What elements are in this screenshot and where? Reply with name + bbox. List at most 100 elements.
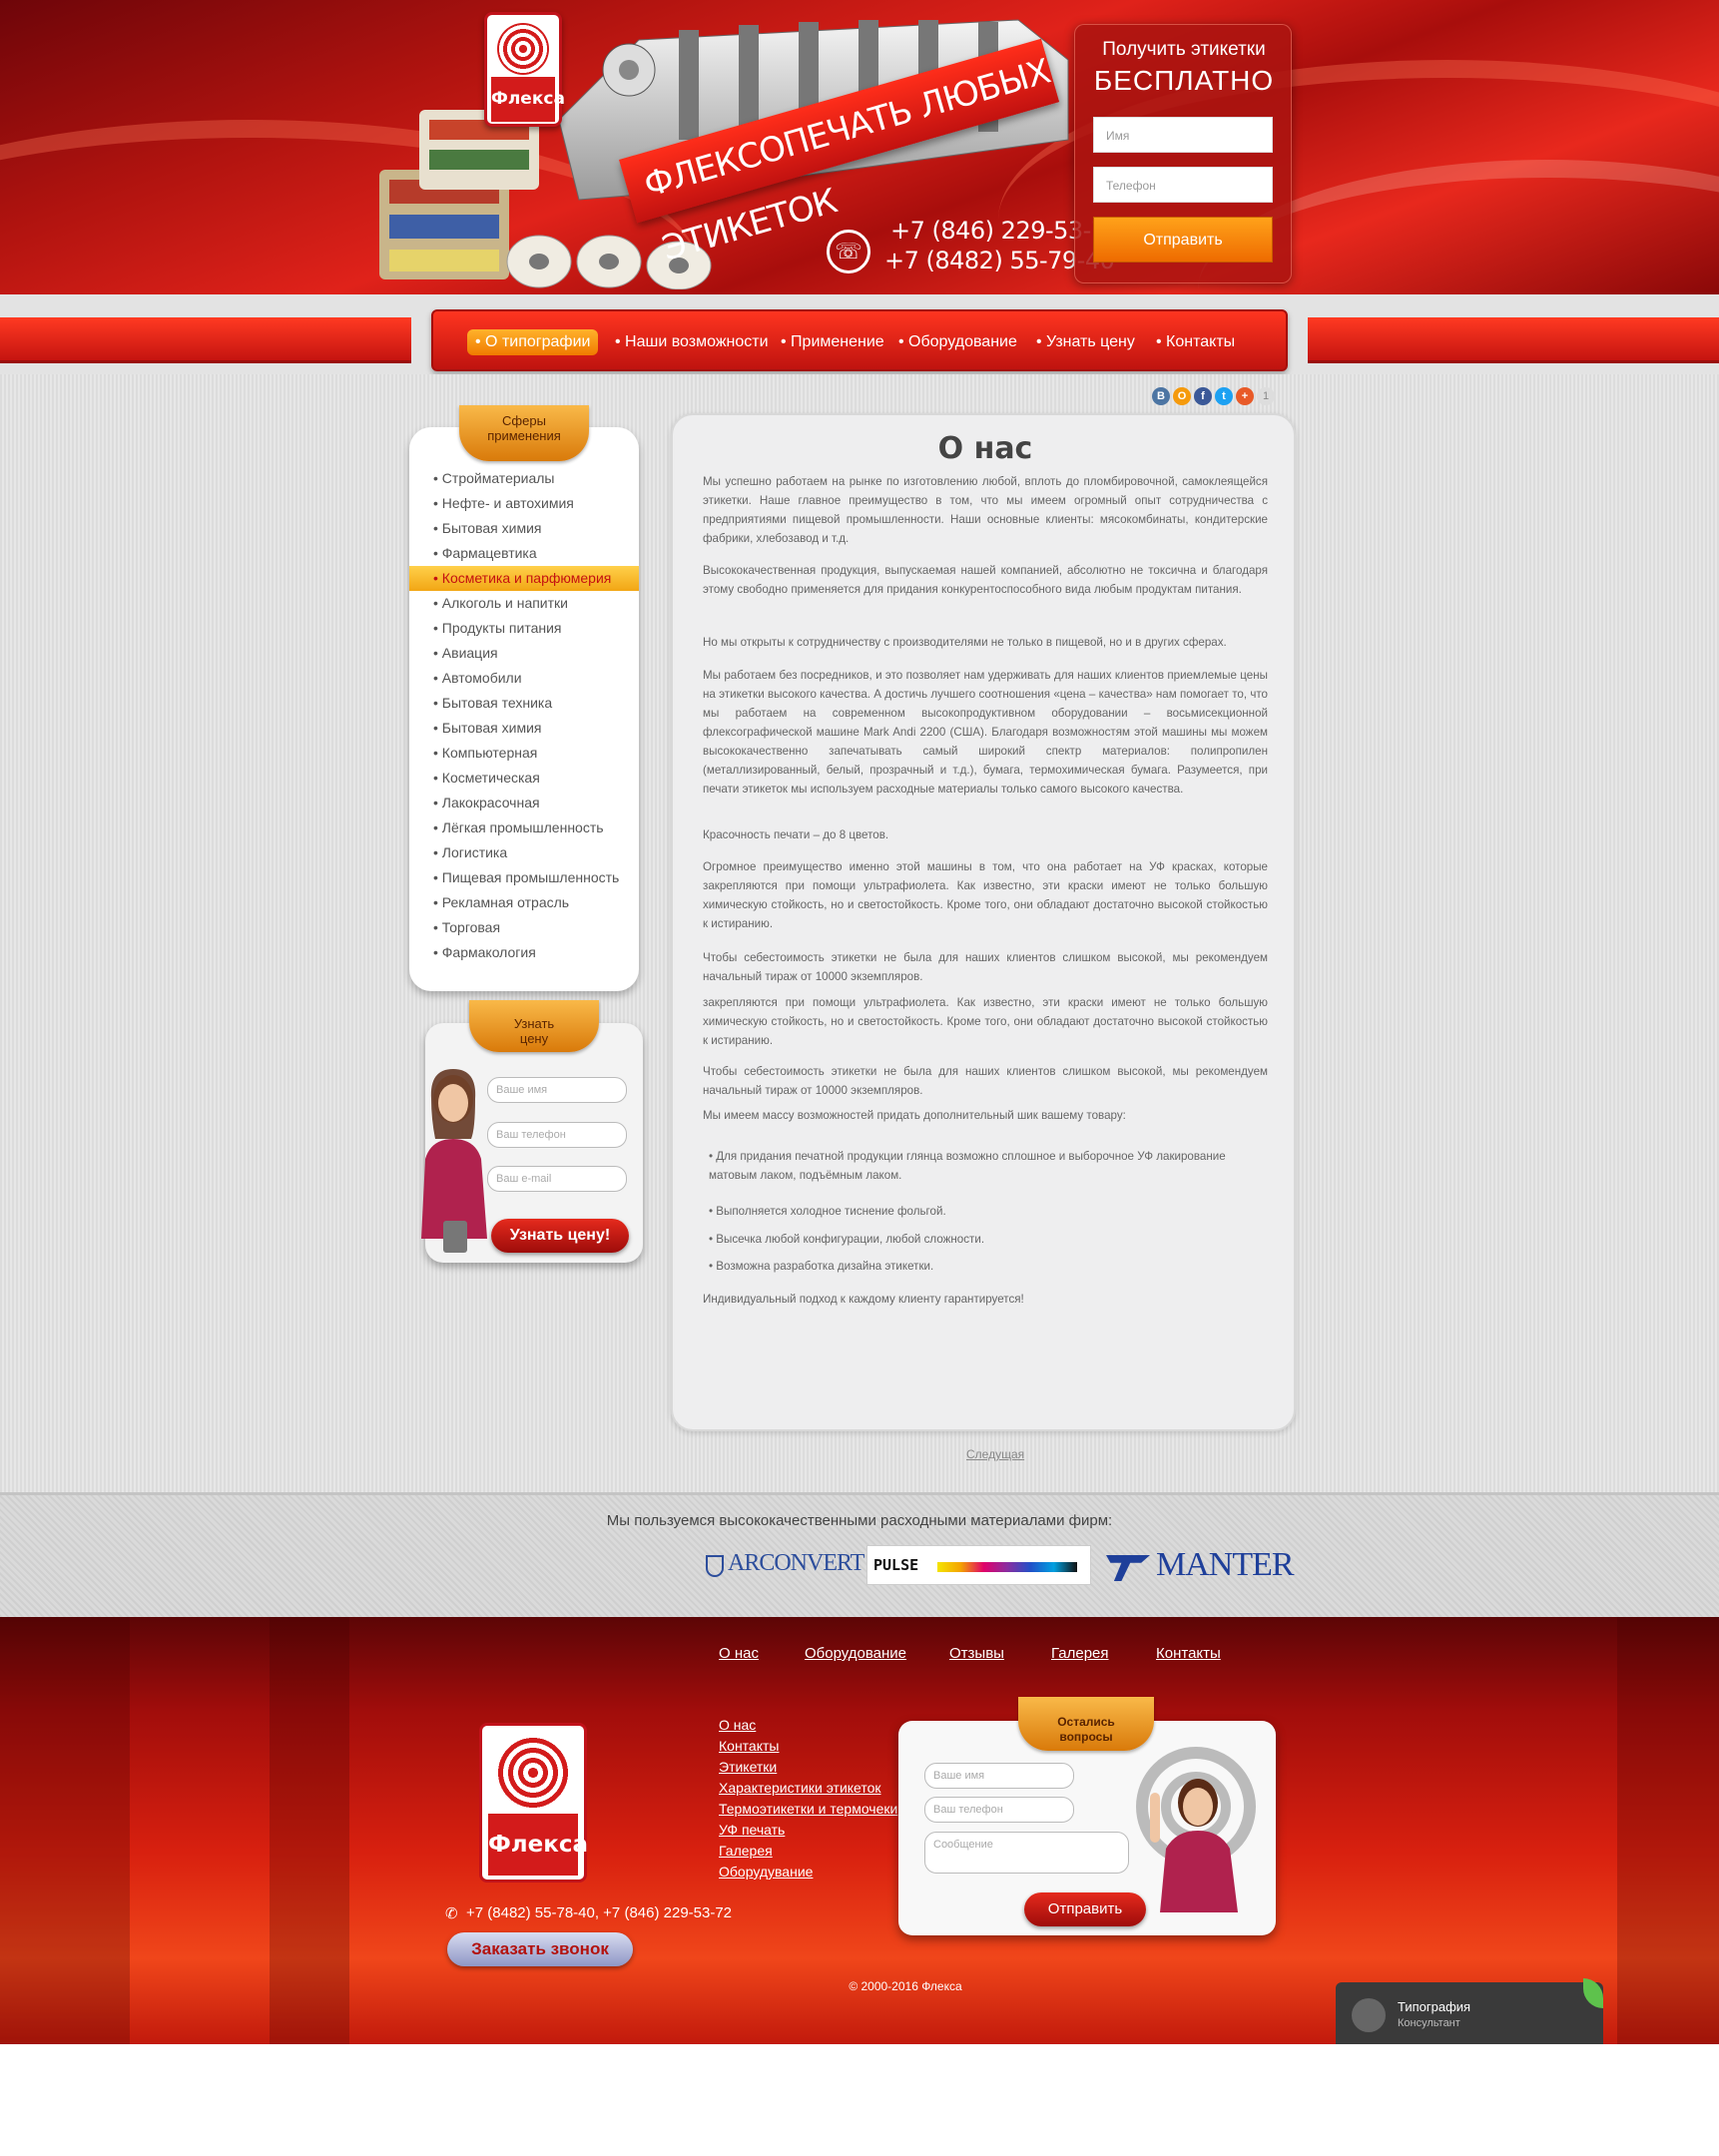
sidebar-item[interactable]: • Автомобили	[409, 666, 639, 691]
paragraph: Красочность печати – до 8 цветов.	[703, 828, 889, 841]
sidebar-item[interactable]: • Стройматериалы	[409, 466, 639, 491]
get-price-button[interactable]: Узнать цену!	[491, 1219, 629, 1253]
partners-title: Мы пользуемся высококачественными расход…	[606, 1512, 1113, 1529]
sidebar-item[interactable]: • Фармацевтика	[409, 541, 639, 566]
footer-top-link[interactable]: Галерея	[1051, 1645, 1109, 1662]
name-input[interactable]: Ваше имя	[924, 1763, 1074, 1789]
sidebar-ribbon: Сферы применения	[459, 405, 589, 461]
form-title-emphasis: БЕСПЛАТНО	[1093, 65, 1275, 96]
arconvert-logo: ARCONVERT	[728, 1550, 864, 1576]
name-input[interactable]: Ваше имя	[487, 1077, 627, 1103]
sidebar-item[interactable]: • Бытовая химия	[409, 716, 639, 741]
chat-leaf-icon	[1583, 1978, 1603, 2008]
paragraph: Чтобы себестоимость этикетки не была для…	[703, 951, 1268, 983]
next-page-link[interactable]: Следущая	[966, 1447, 1024, 1461]
main-nav: • О типографии • Наши возможности • Прим…	[431, 309, 1288, 371]
avatar	[1352, 1998, 1386, 2032]
phone-icon: ☏	[827, 230, 870, 273]
list-item: Для придания печатной продукции глянца в…	[709, 1147, 1268, 1185]
nav-decor-right	[1308, 317, 1719, 363]
woman-photo	[421, 1069, 487, 1239]
sidebar-item[interactable]: • Фармакология	[409, 940, 639, 965]
footer-link[interactable]: Контакты	[719, 1736, 779, 1756]
nav-decor-left	[0, 317, 411, 363]
phone-input[interactable]: Ваш телефон	[924, 1797, 1074, 1823]
name-input[interactable]: Имя	[1093, 117, 1273, 153]
header-logo[interactable]: Флекса	[484, 12, 565, 127]
nav-item-price[interactable]: • Узнать цену	[1028, 329, 1143, 355]
free-labels-form: Получить этикетки БЕСПЛАТНО Имя Телефон …	[1074, 24, 1292, 283]
odnoklassniki-icon[interactable]: О	[1173, 387, 1191, 405]
phone-input[interactable]: Телефон	[1093, 167, 1273, 203]
footer-link[interactable]: Этикетки	[719, 1757, 777, 1777]
chat-widget[interactable]: Типография Консультант	[1336, 1978, 1603, 2044]
sidebar-item[interactable]: • Рекламная отрасль	[409, 890, 639, 915]
chat-name: Типография	[1398, 1999, 1471, 2014]
sidebar-item-active[interactable]: • Косметика и парфюмерия	[409, 566, 639, 591]
price-form-ribbon: Узнать цену	[469, 1000, 599, 1052]
vk-icon[interactable]: В	[1152, 387, 1170, 405]
list-item: Выполняется холодное тиснение фольгой.	[709, 1202, 1268, 1221]
facebook-icon[interactable]: f	[1194, 387, 1212, 405]
sidebar-item[interactable]: • Пищевая промышленность	[409, 865, 639, 890]
paragraph: Чтобы себестоимость этикетки не была для…	[703, 1065, 1268, 1097]
sidebar-item[interactable]: • Компьютерная	[409, 741, 639, 766]
nav-item-equipment[interactable]: • Оборудование	[890, 329, 1025, 355]
content-panel: О нас Мы успешно работаем на рынке по из…	[671, 413, 1296, 1431]
question-form: Ваше имя Ваш телефон Сообщение Отправить	[898, 1721, 1276, 1935]
footer-link[interactable]: УФ печать	[719, 1820, 785, 1840]
footer-link[interactable]: Оборудувание	[719, 1862, 813, 1882]
consultant-photo	[1136, 1747, 1256, 1912]
sidebar-item[interactable]: • Бытовая техника	[409, 691, 639, 716]
footer-link[interactable]: О нас	[719, 1715, 756, 1735]
footer-phones: +7 (8482) 55-78-40, +7 (846) 229-53-72	[466, 1904, 733, 1921]
sidebar-item[interactable]: • Алкоголь и напитки	[409, 591, 639, 616]
pulse-logo-text: PULSE	[873, 1556, 919, 1574]
paragraph: Высококачественная продукция, выпускаема…	[703, 564, 1268, 596]
callback-button[interactable]: Заказать звонок	[447, 1932, 633, 1966]
sidebar-item[interactable]: • Бытовая химия	[409, 516, 639, 541]
form-title: Получить этикетки	[1102, 39, 1266, 60]
sidebar-item[interactable]: • Логистика	[409, 840, 639, 865]
pulse-logo: PULSE	[866, 1545, 1091, 1585]
footer-top-link[interactable]: О нас	[719, 1645, 759, 1662]
footer-logo[interactable]: Флекса	[479, 1723, 588, 1883]
sidebar-item[interactable]: • Лакокрасочная	[409, 791, 639, 815]
sidebar-item[interactable]: • Косметическая	[409, 766, 639, 791]
sidebar-item[interactable]: • Нефте- и автохимия	[409, 491, 639, 516]
header: Флекса ФЛЕКСОПЕЧАТЬ ЛЮБЫХ ЭТИКЕТОК ☏ +7 …	[0, 0, 1719, 294]
footer-link[interactable]: Термоэтикетки и термочеки	[719, 1799, 897, 1819]
spiral-logo-icon	[496, 1736, 570, 1810]
sidebar-item[interactable]: • Продукты питания	[409, 616, 639, 641]
applications-sidebar: • Стройматериалы • Нефте- и автохимия • …	[409, 427, 639, 991]
pulse-color-bar	[937, 1562, 1077, 1572]
sidebar-item[interactable]: • Торговая	[409, 915, 639, 940]
question-send-button[interactable]: Отправить	[1024, 1892, 1146, 1926]
logo-text: Флекса	[488, 1814, 588, 1876]
nav-item-application[interactable]: • Применение	[773, 329, 892, 355]
send-button[interactable]: Отправить	[1093, 217, 1273, 263]
paragraph: Мы имеем массу возможностей придать допо…	[703, 1109, 1126, 1122]
footer-top-link[interactable]: Оборудование	[805, 1645, 906, 1662]
sidebar-item[interactable]: • Лёгкая промышленность	[409, 815, 639, 840]
nav-item-contacts[interactable]: • Контакты	[1148, 329, 1243, 355]
chat-role: Консультант	[1398, 2017, 1460, 2029]
paragraph: закрепляются при помощи ультрафиолета. К…	[703, 996, 1268, 1047]
sidebar-item[interactable]: • Авиация	[409, 641, 639, 666]
footer-top-link[interactable]: Контакты	[1156, 1645, 1221, 1662]
paragraph: Мы работаем без посредников, и это позво…	[703, 669, 1268, 796]
share-count: 1	[1257, 387, 1275, 405]
footer-top-link[interactable]: Отзывы	[949, 1645, 1004, 1662]
nav-item-capabilities[interactable]: • Наши возможности	[607, 329, 777, 355]
phone-input[interactable]: Ваш телефон	[487, 1122, 627, 1148]
nav-item-about[interactable]: • О типографии	[467, 329, 599, 355]
footer-link[interactable]: Галерея	[719, 1841, 773, 1861]
paragraph-closing: Индивидуальный подход к каждому клиенту …	[703, 1293, 1024, 1306]
twitter-icon[interactable]: t	[1215, 387, 1233, 405]
email-input[interactable]: Ваш e-mail	[487, 1166, 627, 1192]
footer-link[interactable]: Характеристики этикеток	[719, 1778, 881, 1798]
plus-icon[interactable]: +	[1236, 387, 1254, 405]
page: Флекса ФЛЕКСОПЕЧАТЬ ЛЮБЫХ ЭТИКЕТОК ☏ +7 …	[0, 0, 1719, 2156]
paragraph: Но мы открыты к сотрудничеству с произво…	[703, 636, 1227, 649]
message-textarea[interactable]: Сообщение	[924, 1832, 1129, 1874]
